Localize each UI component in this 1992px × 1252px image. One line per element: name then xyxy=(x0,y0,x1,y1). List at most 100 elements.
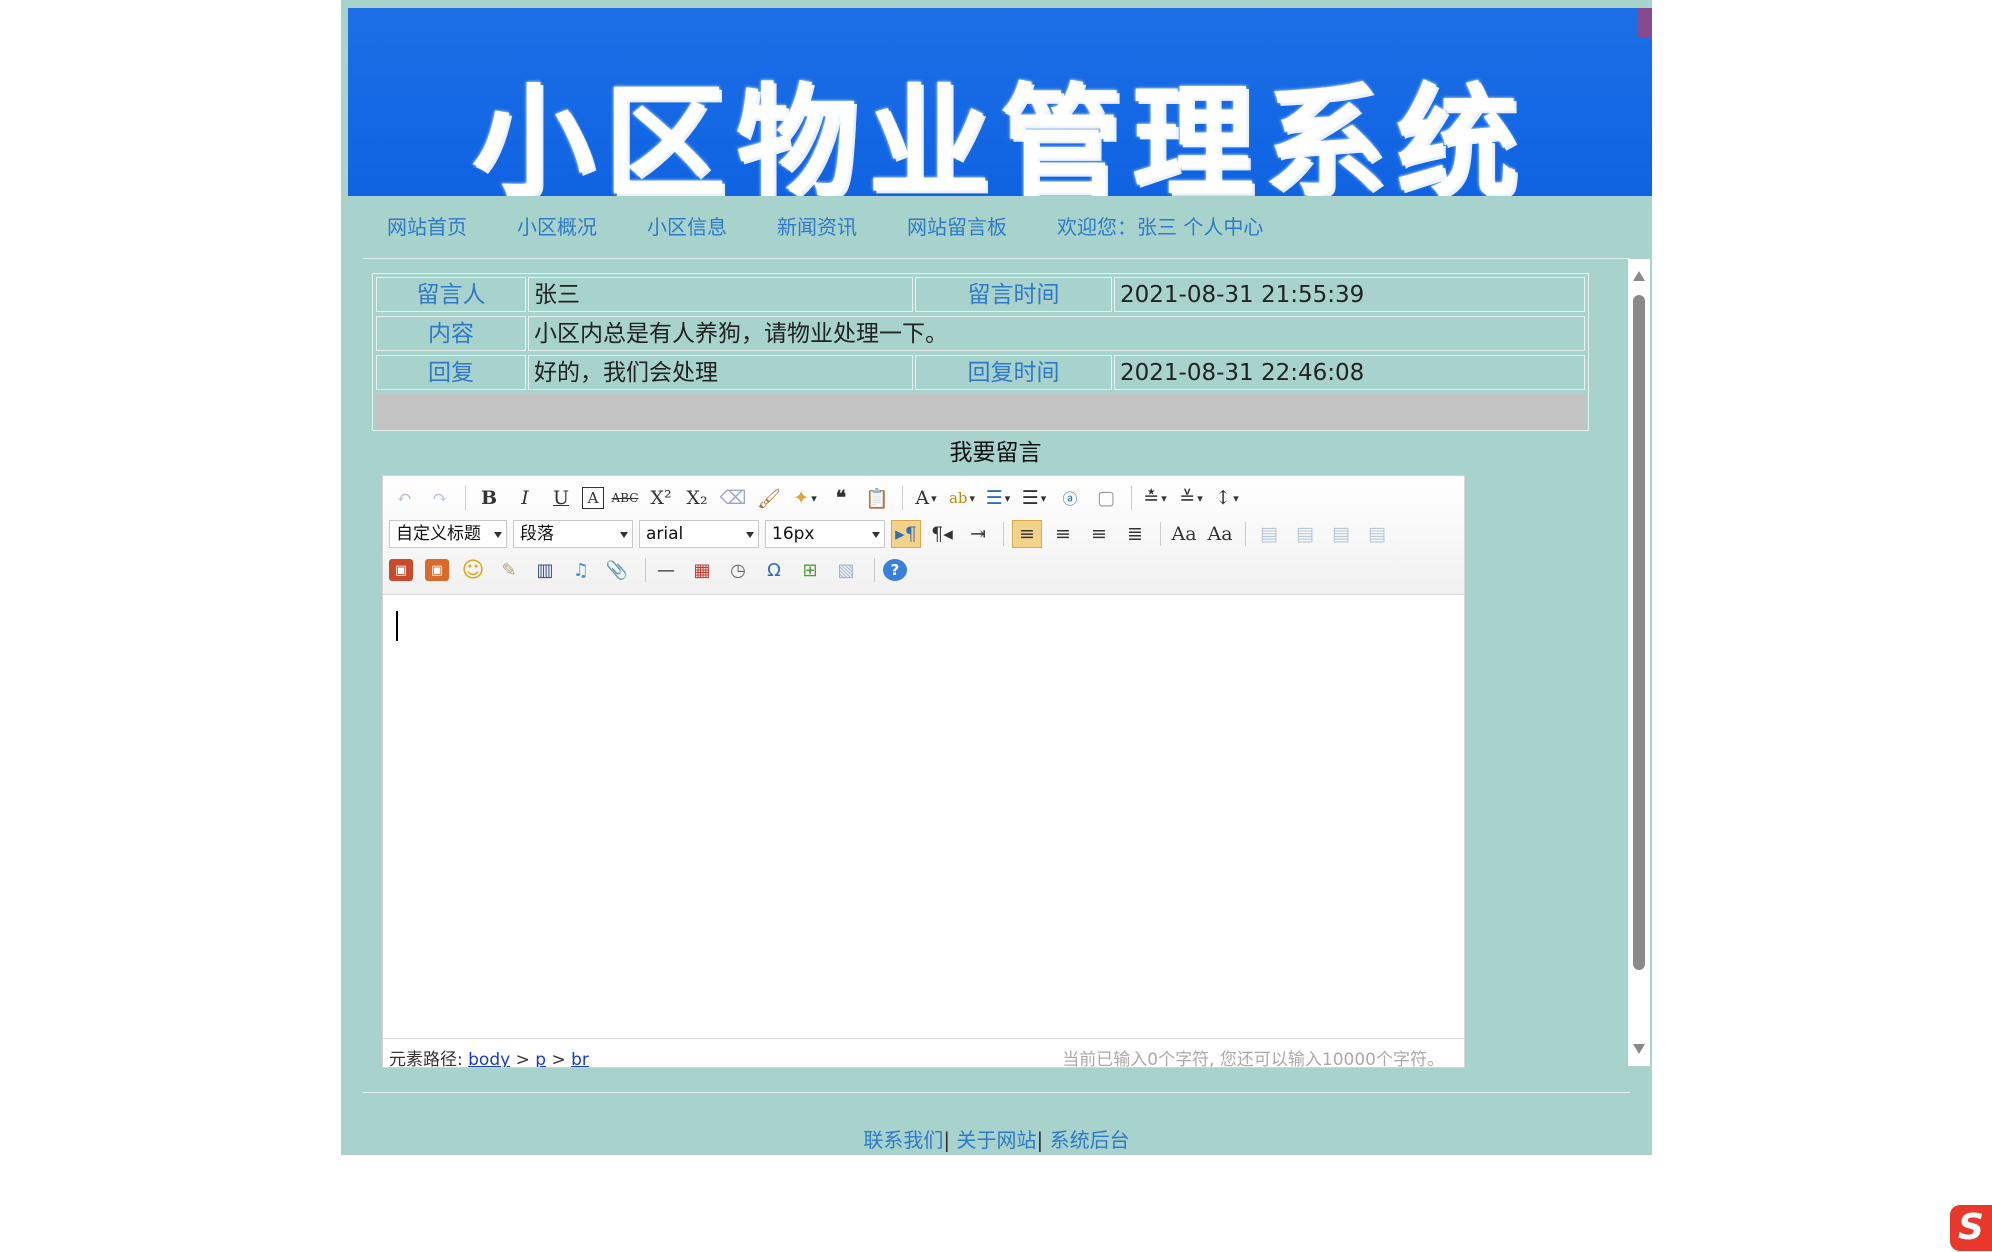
align-left-icon[interactable]: ≡ xyxy=(1012,520,1042,548)
footer-divider xyxy=(363,1092,1630,1093)
font-family-select[interactable]: arial xyxy=(639,520,759,548)
image-center-icon[interactable]: ▤ xyxy=(1362,520,1392,548)
path-body-link[interactable]: body xyxy=(468,1050,510,1067)
help-icon[interactable]: ? xyxy=(883,559,907,581)
image-right-icon[interactable]: ▤ xyxy=(1326,520,1356,548)
content-frame: 留言人 张三 留言时间 2021-08-31 21:55:39 内容 小区内总是… xyxy=(363,258,1650,1068)
font-border-icon[interactable]: A xyxy=(582,487,604,509)
message-table: 留言人 张三 留言时间 2021-08-31 21:55:39 内容 小区内总是… xyxy=(372,273,1589,431)
paste-text-icon[interactable]: 📋 xyxy=(862,484,892,512)
nav-overview[interactable]: 小区概况 xyxy=(517,212,597,242)
content-scrollbar[interactable] xyxy=(1628,259,1650,1066)
strikethrough-icon[interactable]: ABC xyxy=(610,484,640,512)
time-label: 留言时间 xyxy=(915,277,1112,312)
multi-image-icon[interactable]: ▣ xyxy=(425,559,449,581)
align-justify-icon[interactable]: ≣ xyxy=(1120,520,1150,548)
nav-home[interactable]: 网站首页 xyxy=(387,212,467,242)
redo-icon[interactable]: ↷ xyxy=(425,484,455,512)
rtl-icon[interactable]: ¶◂ xyxy=(927,520,957,548)
scroll-down-icon[interactable] xyxy=(1633,1044,1645,1054)
scroll-up-icon[interactable] xyxy=(1633,271,1645,281)
toolbar-separator xyxy=(902,486,903,510)
reply-time-value: 2021-08-31 22:46:08 xyxy=(1114,355,1585,390)
align-center-icon[interactable]: ≡ xyxy=(1048,520,1078,548)
select-all-icon[interactable]: ⓐ xyxy=(1055,484,1085,512)
blockquote-icon[interactable]: ❝ xyxy=(826,484,856,512)
format-painter-icon[interactable]: 🖌 xyxy=(754,484,784,512)
undo-icon[interactable]: ↶ xyxy=(389,484,419,512)
superscript-icon[interactable]: X² xyxy=(646,484,676,512)
insert-image-icon[interactable]: ▣ xyxy=(389,559,413,581)
table-row-empty xyxy=(376,394,1585,430)
highlight-color-icon[interactable]: ab xyxy=(947,484,977,512)
ordered-list-icon[interactable]: ☰ xyxy=(983,484,1013,512)
nav-message-board[interactable]: 网站留言板 xyxy=(907,212,1007,242)
attachment-icon[interactable]: 📎 xyxy=(605,559,629,581)
scrawl-icon[interactable]: ✎ xyxy=(497,559,521,581)
footer-separator: | xyxy=(1036,1128,1050,1152)
font-size-select[interactable]: 16px xyxy=(765,520,885,548)
footer-admin-link[interactable]: 系统后台 xyxy=(1050,1128,1130,1152)
element-path-label: 元素路径: xyxy=(389,1050,463,1068)
site-banner: 小区物业管理系统 xyxy=(348,8,1652,196)
time-icon[interactable]: ◷ xyxy=(726,559,750,581)
underline-icon[interactable]: U xyxy=(546,484,576,512)
editor-status-bar: 元素路径: body > p > br 当前已输入0个字符, 您还可以输入100… xyxy=(383,1038,1464,1068)
paragraph-select[interactable]: 段落 xyxy=(513,520,633,548)
table-row: 留言人 张三 留言时间 2021-08-31 21:55:39 xyxy=(376,277,1585,312)
insert-table-icon[interactable]: ⊞ xyxy=(798,559,822,581)
char-count: 当前已输入0个字符, 您还可以输入10000个字符。 xyxy=(1062,1050,1444,1068)
image-none-icon[interactable]: ▤ xyxy=(1254,520,1284,548)
nav-user-center[interactable]: 欢迎您：张三 个人中心 xyxy=(1057,212,1263,242)
row-spacing-top-icon[interactable]: ≛ xyxy=(1140,484,1170,512)
editor-content-area[interactable] xyxy=(383,595,1464,1035)
video-icon[interactable]: ▥ xyxy=(533,559,557,581)
scroll-thumb[interactable] xyxy=(1633,295,1645,970)
ime-logo-icon[interactable]: S xyxy=(1950,1205,1992,1251)
date-icon[interactable]: ▦ xyxy=(690,559,714,581)
rich-text-editor: ↶ ↷ B I U A ABC X² X₂ ⌫ 🖌 ✦ ❝ 📋 A xyxy=(382,475,1465,1068)
row-spacing-bottom-icon[interactable]: ≚ xyxy=(1176,484,1206,512)
path-separator: > xyxy=(510,1050,536,1068)
toolbar-row-2: 自定义标题 段落 arial 16px ▸¶ ¶◂ ⇥ ≡ ≡ ≡ ≣ Aa A… xyxy=(389,518,1398,550)
word-image-icon[interactable]: ▧ xyxy=(834,559,858,581)
bold-icon[interactable]: B xyxy=(474,484,504,512)
banner-corner-decoration xyxy=(1638,8,1652,38)
toolbar-separator xyxy=(874,558,875,582)
path-p-link[interactable]: p xyxy=(535,1050,546,1067)
font-color-icon[interactable]: A xyxy=(911,484,941,512)
table-row: 内容 小区内总是有人养狗，请物业处理一下。 xyxy=(376,316,1585,351)
image-left-icon[interactable]: ▤ xyxy=(1290,520,1320,548)
eraser-icon[interactable]: ⌫ xyxy=(718,484,748,512)
toolbar-separator xyxy=(465,486,466,510)
italic-icon[interactable]: I xyxy=(510,484,540,512)
indent-icon[interactable]: ⇥ xyxy=(963,520,993,548)
uppercase-icon[interactable]: Aa xyxy=(1169,520,1199,548)
editor-toolbar: ↶ ↷ B I U A ABC X² X₂ ⌫ 🖌 ✦ ❝ 📋 A xyxy=(383,476,1464,595)
nav-news[interactable]: 新闻资讯 xyxy=(777,212,857,242)
toolbar-row-1: ↶ ↷ B I U A ABC X² X₂ ⌫ 🖌 ✦ ❝ 📋 A xyxy=(389,482,1248,514)
unordered-list-icon[interactable]: ☰ xyxy=(1019,484,1049,512)
nav-community-info[interactable]: 小区信息 xyxy=(647,212,727,242)
toolbar-separator xyxy=(1003,522,1004,546)
author-value: 张三 xyxy=(528,277,913,312)
toolbar-separator xyxy=(645,558,646,582)
horizontal-rule-icon[interactable]: — xyxy=(654,559,678,581)
line-height-icon[interactable]: ↕ xyxy=(1212,484,1242,512)
align-right-icon[interactable]: ≡ xyxy=(1084,520,1114,548)
subscript-icon[interactable]: X₂ xyxy=(682,484,712,512)
clear-doc-icon[interactable]: ▢ xyxy=(1091,484,1121,512)
reply-time-label: 回复时间 xyxy=(915,355,1112,390)
lowercase-icon[interactable]: Aa xyxy=(1205,520,1235,548)
toolbar-row-3: ▣ ▣ ☺ ✎ ▥ ♫ 📎 — ▦ ◷ Ω ⊞ ▧ ? xyxy=(389,554,919,586)
ltr-icon[interactable]: ▸¶ xyxy=(891,520,921,548)
music-icon[interactable]: ♫ xyxy=(569,559,593,581)
path-br-link[interactable]: br xyxy=(571,1050,589,1067)
heading-select[interactable]: 自定义标题 xyxy=(389,520,507,548)
site-footer: 联系我们| 关于网站| 系统后台 xyxy=(341,1124,1652,1153)
special-char-icon[interactable]: Ω xyxy=(762,559,786,581)
footer-contact-link[interactable]: 联系我们 xyxy=(863,1128,943,1152)
emoticon-icon[interactable]: ☺ xyxy=(461,558,485,583)
auto-format-icon[interactable]: ✦ xyxy=(790,484,820,512)
footer-about-link[interactable]: 关于网站 xyxy=(957,1128,1037,1152)
